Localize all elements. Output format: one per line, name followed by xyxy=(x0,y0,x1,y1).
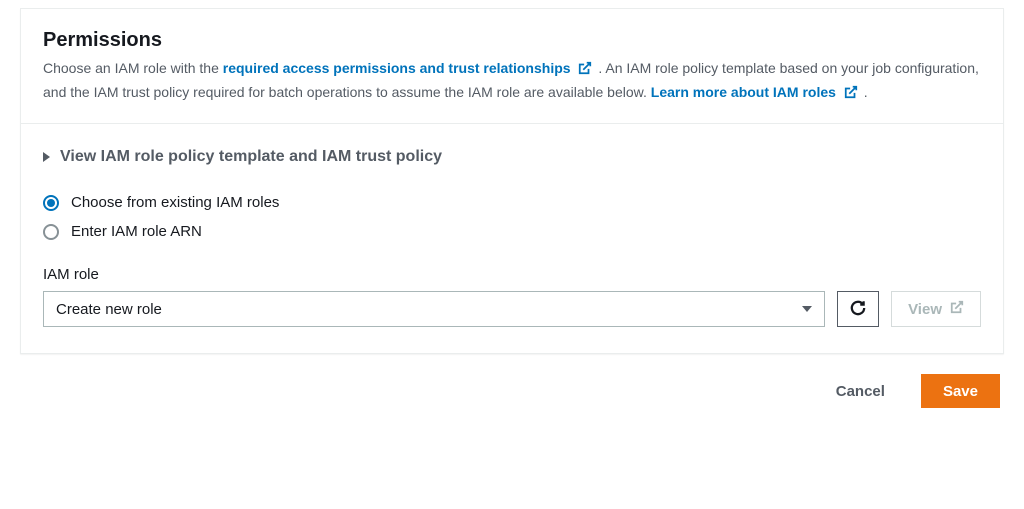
chevron-down-icon xyxy=(802,306,812,312)
refresh-icon xyxy=(849,299,867,320)
iam-role-field-label: IAM role xyxy=(43,266,981,283)
iam-role-select[interactable]: Create new role xyxy=(43,291,825,327)
radio-existing-roles[interactable]: Choose from existing IAM roles xyxy=(43,188,981,217)
caret-right-icon xyxy=(43,152,50,162)
view-button[interactable]: View xyxy=(891,291,981,327)
iam-role-select-row: Create new role View xyxy=(43,291,981,327)
cancel-button[interactable]: Cancel xyxy=(814,374,907,408)
save-button[interactable]: Save xyxy=(921,374,1000,408)
radio-label: Choose from existing IAM roles xyxy=(71,194,279,211)
permissions-panel: Permissions Choose an IAM role with the … xyxy=(20,8,1004,354)
link-text-1: required access permissions and trust re… xyxy=(223,60,571,76)
panel-description: Choose an IAM role with the required acc… xyxy=(43,58,981,105)
refresh-button[interactable] xyxy=(837,291,879,327)
select-value: Create new role xyxy=(56,301,162,318)
external-link-icon xyxy=(844,84,858,106)
panel-title: Permissions xyxy=(43,29,981,52)
expander-policy-template[interactable]: View IAM role policy template and IAM tr… xyxy=(43,148,981,166)
link-required-permissions[interactable]: required access permissions and trust re… xyxy=(223,60,599,76)
form-footer: Cancel Save xyxy=(20,354,1004,408)
link-text-2: Learn more about IAM roles xyxy=(651,84,836,100)
desc-text-3: . xyxy=(864,84,868,100)
external-link-icon xyxy=(578,60,592,82)
desc-text-1: Choose an IAM role with the xyxy=(43,60,223,76)
radio-icon xyxy=(43,224,59,240)
radio-enter-arn[interactable]: Enter IAM role ARN xyxy=(43,217,981,246)
panel-body: View IAM role policy template and IAM tr… xyxy=(21,124,1003,353)
expander-label: View IAM role policy template and IAM tr… xyxy=(60,148,442,166)
view-button-label: View xyxy=(908,301,942,318)
external-link-icon xyxy=(950,300,964,318)
radio-icon xyxy=(43,195,59,211)
link-learn-more[interactable]: Learn more about IAM roles xyxy=(651,84,864,100)
panel-header: Permissions Choose an IAM role with the … xyxy=(21,9,1003,124)
iam-role-source-radio-group: Choose from existing IAM roles Enter IAM… xyxy=(43,188,981,246)
radio-label: Enter IAM role ARN xyxy=(71,223,202,240)
